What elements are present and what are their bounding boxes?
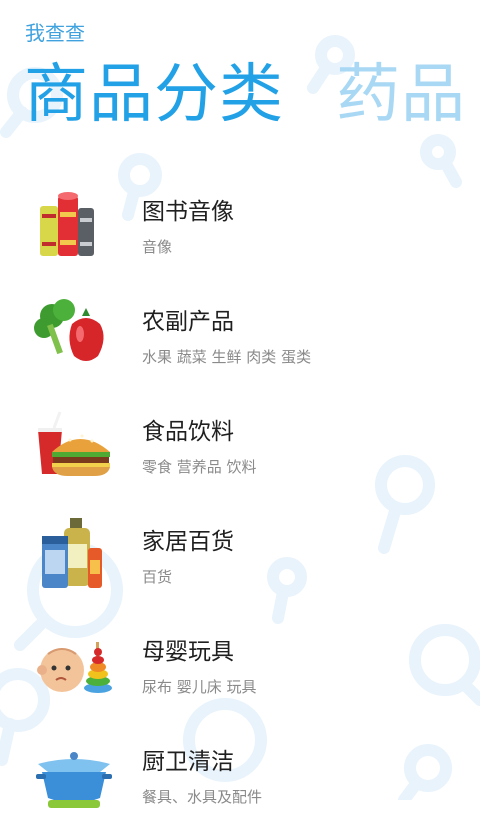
burger-drink-icon xyxy=(34,404,114,484)
category-item-produce[interactable]: 农副产品 水果 蔬菜 生鲜 肉类 蛋类 xyxy=(0,288,480,398)
baby-toy-icon xyxy=(34,624,114,704)
category-title: 图书音像 xyxy=(142,199,234,225)
category-subtitle: 百货 xyxy=(142,568,173,586)
category-title: 家居百货 xyxy=(142,529,234,555)
category-list: 图书音像 音像 农副产品 水果 蔬菜 生鲜 肉类 蛋类 食品饮料 零食 营养品 … xyxy=(0,178,480,838)
category-title: 食品饮料 xyxy=(142,419,234,445)
category-subtitle: 零食 营养品 饮料 xyxy=(142,458,257,476)
books-icon xyxy=(34,184,114,264)
category-title: 农副产品 xyxy=(142,309,234,335)
pivot-header-next[interactable]: 药品 xyxy=(336,52,466,138)
category-item-kitchen-bath[interactable]: 厨卫清洁 餐具、水具及配件 xyxy=(0,728,480,838)
category-subtitle: 音像 xyxy=(142,238,173,256)
category-subtitle: 尿布 婴儿床 玩具 xyxy=(142,678,257,696)
category-subtitle: 水果 蔬菜 生鲜 肉类 蛋类 xyxy=(142,348,312,366)
category-title: 厨卫清洁 xyxy=(142,749,234,775)
category-item-household[interactable]: 家居百货 百货 xyxy=(0,508,480,618)
vegetables-icon xyxy=(34,294,114,374)
category-subtitle: 餐具、水具及配件 xyxy=(142,788,263,806)
app-name: 我查查 xyxy=(25,21,85,45)
category-item-food-drink[interactable]: 食品饮料 零食 营养品 饮料 xyxy=(0,398,480,508)
category-title: 母婴玩具 xyxy=(142,639,234,665)
pivot-header-current[interactable]: 商品分类 xyxy=(24,52,284,138)
household-products-icon xyxy=(34,514,114,594)
category-item-baby-toys[interactable]: 母婴玩具 尿布 婴儿床 玩具 xyxy=(0,618,480,728)
category-item-books[interactable]: 图书音像 音像 xyxy=(0,178,480,288)
cookware-icon xyxy=(34,734,114,814)
